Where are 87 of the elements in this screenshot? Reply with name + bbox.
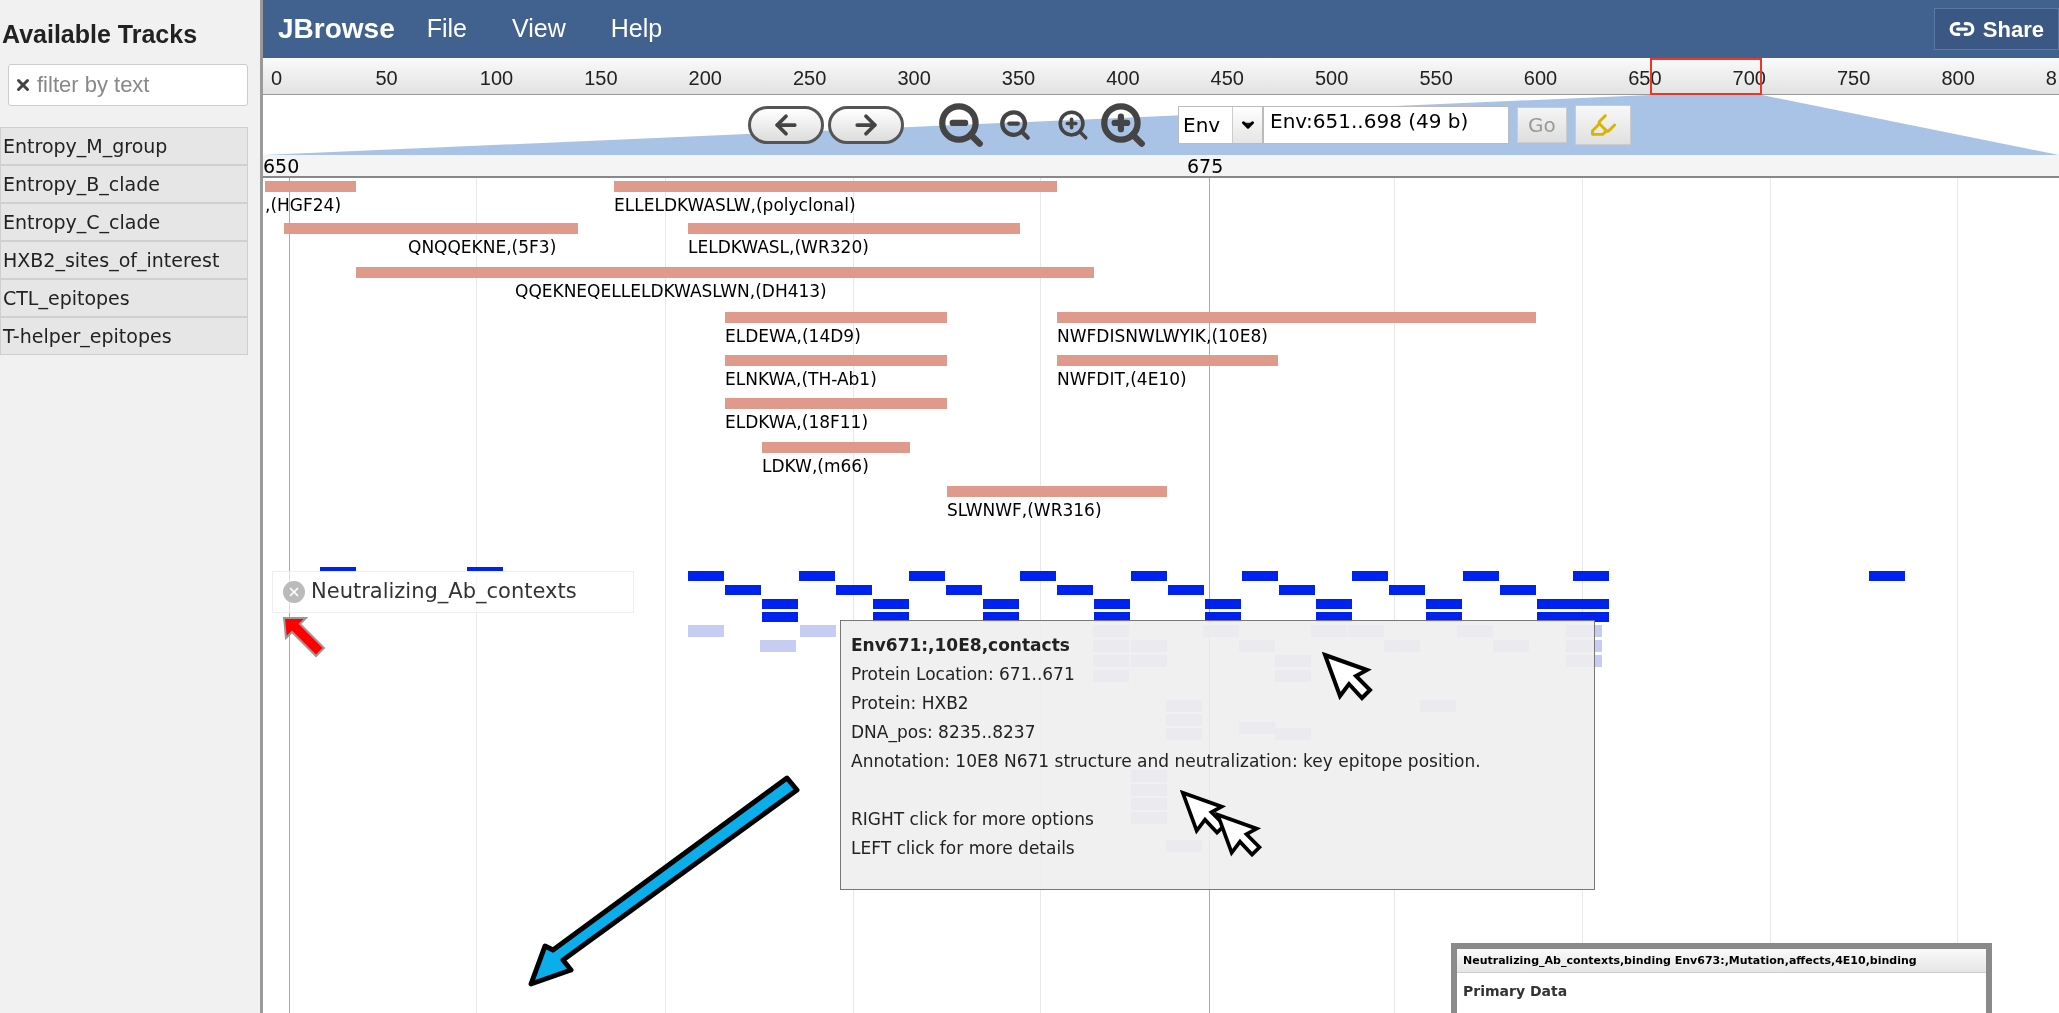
ruler-label: 50 xyxy=(375,66,398,91)
tooltip-line: Protein: HXB2 xyxy=(851,692,969,715)
feature-label: LELDKWASL,(WR320) xyxy=(688,237,869,257)
feature-block[interactable] xyxy=(1020,571,1057,581)
ruler-label: 250 xyxy=(793,66,827,91)
feature-block[interactable] xyxy=(1462,571,1499,581)
tooltip-line: Protein Location: 671..671 xyxy=(851,663,1075,686)
scale-label: 675 xyxy=(1187,155,1224,178)
feature-block[interactable] xyxy=(835,585,872,595)
pan-right-button[interactable] xyxy=(828,106,904,144)
feature-label: QNQQEKNE,(5F3) xyxy=(408,237,557,257)
ruler-label: 500 xyxy=(1315,66,1349,91)
feature-block[interactable] xyxy=(1278,585,1315,595)
feature-block[interactable] xyxy=(1094,599,1131,609)
filter-field[interactable]: filter by text xyxy=(8,64,248,106)
ruler-label: 300 xyxy=(897,66,931,91)
tooltip-line: DNA_pos: 8235..8237 xyxy=(851,721,1036,745)
feature-block[interactable] xyxy=(1057,585,1094,595)
zoom-in-icon[interactable] xyxy=(1098,100,1148,150)
menu-item[interactable]: View xyxy=(512,10,566,48)
zoom-out-icon[interactable] xyxy=(998,108,1032,142)
feature-block[interactable] xyxy=(1499,585,1536,595)
ruler-label: 200 xyxy=(688,66,722,91)
feature-block[interactable] xyxy=(798,571,835,581)
feature-block[interactable] xyxy=(946,585,983,595)
track-item[interactable]: HXB2_sites_of_interest xyxy=(0,241,248,279)
track-label-text: Neutralizing_Ab_contexts xyxy=(311,578,577,606)
share-button[interactable]: Share xyxy=(1933,8,2059,50)
tooltip-title: Env671:,10E8,contacts xyxy=(851,634,1070,657)
feature-block[interactable] xyxy=(983,599,1020,609)
highlighter-icon xyxy=(1588,111,1617,139)
feature-block[interactable] xyxy=(1315,599,1352,609)
ruler-label: 150 xyxy=(584,66,618,91)
track-item[interactable]: CTL_epitopes xyxy=(0,279,248,317)
feature-block[interactable] xyxy=(1536,599,1573,609)
feature-label: QQEKNEQELLELDKWASLWN,(DH413) xyxy=(515,281,827,301)
track-label[interactable]: Neutralizing_Ab_contexts xyxy=(272,571,634,613)
track-item[interactable]: Entropy_M_group xyxy=(0,127,248,165)
menu-item[interactable]: File xyxy=(426,10,467,48)
location-field[interactable]: Env:651..698 (49 b) xyxy=(1263,106,1509,144)
feature-block[interactable] xyxy=(1204,599,1241,609)
track-item[interactable]: T-helper_epitopes xyxy=(0,317,248,355)
feature-label: ELLELDKWASLW,(polyclonal) xyxy=(614,195,856,215)
feature-label: NWFDIT,(4E10) xyxy=(1057,369,1187,389)
section-heading: Primary Data xyxy=(1462,982,1569,1001)
feature-block[interactable] xyxy=(1241,571,1278,581)
pan-left-button[interactable] xyxy=(748,106,824,144)
scale-label: 650 xyxy=(263,155,300,178)
ruler-label: 100 xyxy=(479,66,514,91)
feature-block[interactable] xyxy=(909,571,946,581)
feature-label: LDKW,(m66) xyxy=(762,456,869,476)
ruler-label: 350 xyxy=(1001,66,1036,91)
feature-block[interactable] xyxy=(1130,571,1167,581)
feature-block[interactable] xyxy=(1389,585,1426,595)
tooltip-hint: LEFT click for more details xyxy=(851,837,1075,860)
ruler-label: 8 xyxy=(2045,66,2057,91)
feature-block[interactable] xyxy=(467,567,503,572)
clear-icon[interactable] xyxy=(14,76,32,94)
dialog-title: Neutralizing_Ab_contexts,binding Env673:,Mutation,affects,4E10,binding xyxy=(1457,949,1986,973)
feature-block[interactable] xyxy=(320,567,356,572)
sidebar-title: Available Tracks xyxy=(1,19,199,50)
ruler-label: 550 xyxy=(1419,66,1453,91)
feature-label: ELDEWA,(14D9) xyxy=(725,326,861,346)
tooltip-hint: RIGHT click for more options xyxy=(851,808,1094,831)
feature-label: SLWNWF,(WR316) xyxy=(947,500,1102,520)
track-item[interactable]: Entropy_B_clade xyxy=(0,165,248,203)
zoom-out-icon[interactable] xyxy=(936,100,986,150)
feature-label: NWFDISNWLWYIK,(10E8) xyxy=(1057,326,1268,346)
tooltip-line: Annotation: 10E8 N671 structure and neutralization: key epitope position. xyxy=(851,750,1481,773)
feature-block[interactable] xyxy=(872,599,909,609)
feature-label: ,(HGF24) xyxy=(265,195,342,215)
ruler-label: 800 xyxy=(1941,66,1975,91)
feature-block[interactable] xyxy=(1167,585,1204,595)
feature-label: ELNKWA,(TH-Ab1) xyxy=(725,369,877,389)
track-item[interactable]: Entropy_C_clade xyxy=(0,203,248,241)
zoom-in-icon[interactable] xyxy=(1056,108,1090,142)
ruler-label: 0 xyxy=(271,66,283,91)
ruler-label: 750 xyxy=(1837,66,1871,91)
menu-item[interactable]: Help xyxy=(610,10,663,48)
sequence-select[interactable]: Env xyxy=(1178,106,1263,144)
ruler-label: 600 xyxy=(1523,66,1558,91)
app-logo: JBrowse xyxy=(278,12,395,46)
ruler-label: 450 xyxy=(1210,66,1244,91)
feature-label: ELDKWA,(18F11) xyxy=(725,412,869,432)
feature-block[interactable] xyxy=(1426,599,1463,609)
feature-block[interactable] xyxy=(1352,571,1389,581)
ruler-label: 400 xyxy=(1106,66,1140,91)
